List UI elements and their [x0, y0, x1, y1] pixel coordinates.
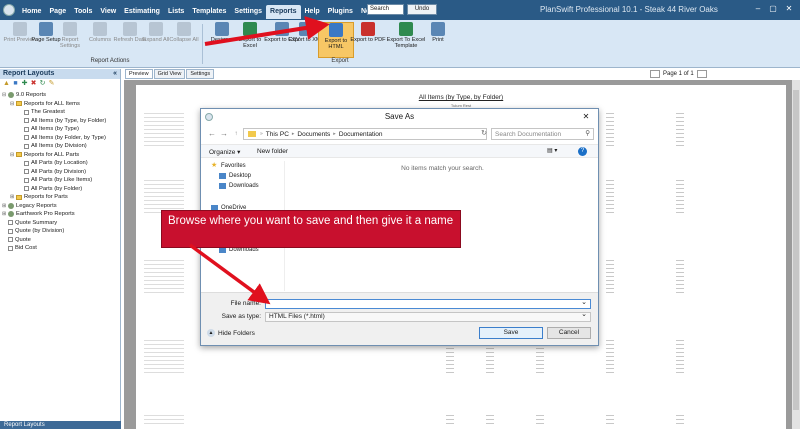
annotation-arrows [188, 16, 330, 305]
arrow-to-file-name [188, 243, 271, 305]
arrow-to-export-html [204, 16, 330, 46]
